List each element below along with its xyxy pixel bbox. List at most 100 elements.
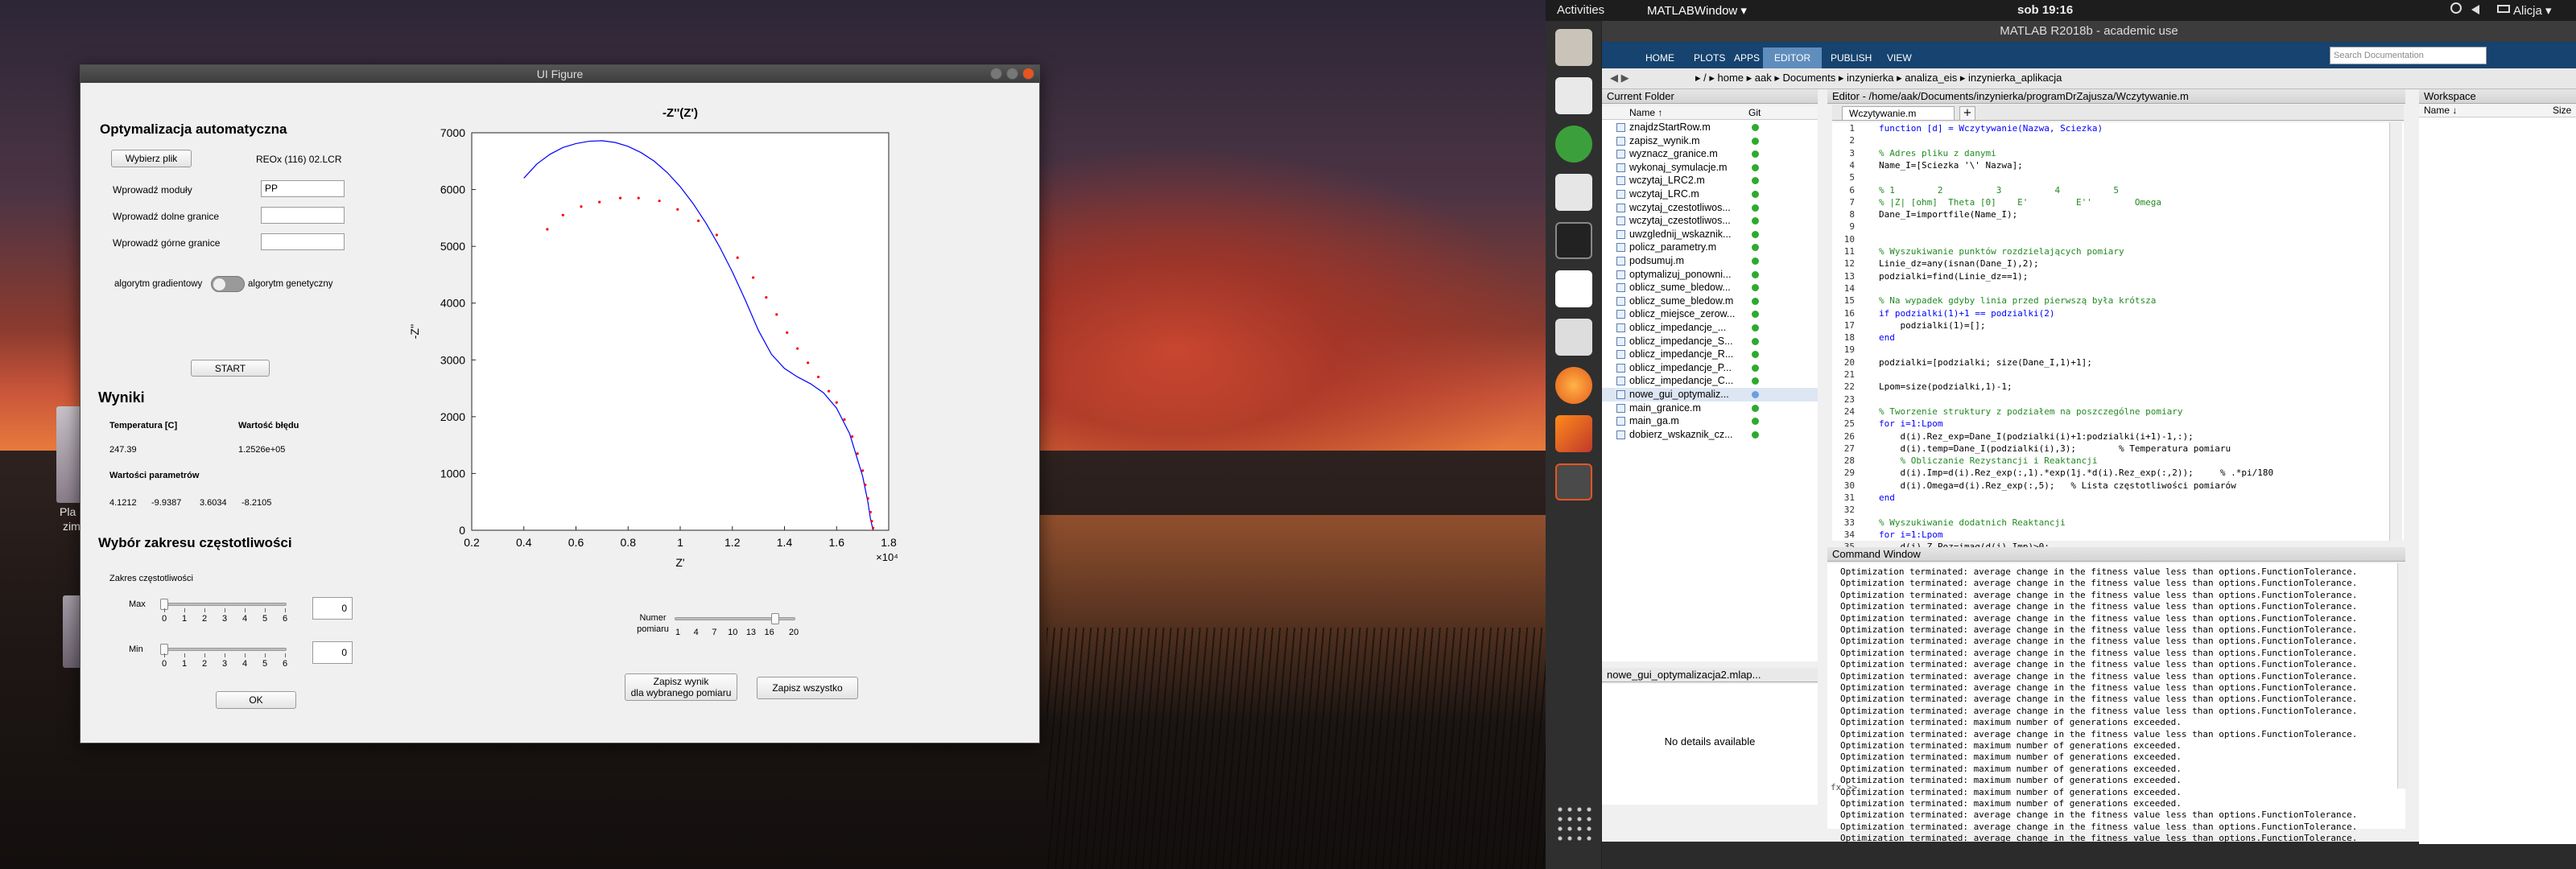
tab-home[interactable]: HOME — [1634, 47, 1686, 68]
tab-publish[interactable]: PUBLISH — [1819, 47, 1883, 68]
current-path[interactable]: ▸ / ▸ home ▸ aak ▸ Documents ▸ inzynierk… — [1695, 72, 2062, 84]
search-documentation-input[interactable]: Search Documentation — [2330, 47, 2487, 64]
file-row[interactable]: dobierz_wskaznik_cz... — [1602, 428, 1818, 442]
text-editor-icon[interactable] — [1555, 77, 1592, 114]
tab-view[interactable]: VIEW — [1876, 47, 1923, 68]
image-viewer-icon[interactable] — [1555, 270, 1592, 307]
command-output-line: Optimization terminated: average change … — [1840, 624, 2358, 635]
start-button[interactable]: START — [191, 360, 270, 377]
tab-editor[interactable]: EDITOR — [1763, 47, 1823, 68]
workspace-size-column[interactable]: Size — [2553, 105, 2571, 116]
code-text: % 1 2 3 4 5 — [1879, 184, 2120, 196]
details-header[interactable]: nowe_gui_optymalizacja2.mlap... — [1602, 668, 1818, 682]
matlab-titlebar[interactable]: MATLAB R2018b - academic use — [1602, 21, 2576, 42]
notes-icon[interactable] — [1555, 174, 1592, 211]
git-icon[interactable] — [1555, 126, 1592, 163]
document-viewer-icon[interactable] — [1555, 319, 1592, 356]
file-row[interactable]: oblicz_sume_bledow.m — [1602, 294, 1818, 308]
workspace-name-column[interactable]: Name ↓ — [2424, 105, 2457, 116]
x-tick-label: 1 — [677, 536, 683, 549]
battery-icon[interactable] — [2497, 5, 2510, 13]
lower-bounds-input[interactable] — [261, 207, 345, 224]
app-menu[interactable]: MATLABWindow ▾ — [1647, 3, 1747, 18]
minimize-icon[interactable] — [990, 68, 1002, 80]
ok-button[interactable]: OK — [216, 691, 296, 709]
matlab-active-icon[interactable] — [1555, 463, 1592, 500]
nav-arrows-icon[interactable]: ◀ ▶ — [1610, 72, 1629, 84]
command-output-line: Optimization terminated: average change … — [1840, 578, 2358, 589]
maximize-icon[interactable] — [1006, 68, 1018, 80]
file-row[interactable]: uwzglednij_wskaznik... — [1602, 228, 1818, 241]
file-row[interactable]: oblicz_impedancje_C... — [1602, 374, 1818, 388]
temperature-header: Temperatura [C] — [109, 421, 178, 430]
file-row[interactable]: policz_parametry.m — [1602, 241, 1818, 254]
editor-scrollbar[interactable] — [2389, 122, 2402, 541]
firefox-icon[interactable] — [1555, 367, 1592, 404]
choose-file-button[interactable]: Wybierz plik — [111, 150, 192, 167]
network-icon[interactable] — [2450, 2, 2462, 14]
user-menu[interactable]: Alicja ▾ — [2513, 3, 2552, 18]
line-number: 25 — [1843, 418, 1855, 430]
command-prompt[interactable]: fx >> — [1831, 782, 1857, 793]
window-titlebar[interactable]: UI Figure — [80, 65, 1039, 83]
file-row[interactable]: wyznacz_granice.m — [1602, 147, 1818, 161]
clock[interactable]: sob 19:16 — [2017, 3, 2073, 17]
m-file-icon — [1616, 123, 1625, 132]
save-selected-button[interactable]: Zapisz wynik dla wybranego pomiaru — [625, 673, 737, 701]
file-row[interactable]: wczytaj_LRC.m — [1602, 187, 1818, 201]
workspace-header: Workspace — [2419, 89, 2576, 104]
max-frequency-slider[interactable] — [164, 603, 287, 606]
details-panel: No details available — [1602, 684, 1818, 805]
code-editor[interactable]: 1 function [d] = Wczytywanie(Nazwa, Sciez… — [1832, 122, 2404, 552]
file-row[interactable]: oblicz_sume_bledow... — [1602, 281, 1818, 294]
upper-bounds-input[interactable] — [261, 233, 345, 250]
git-column-header[interactable]: Git — [1748, 107, 1761, 118]
error-value: 1.2526e+05 — [238, 445, 286, 455]
file-row[interactable]: zapisz_wynik.m — [1602, 134, 1818, 148]
file-row[interactable]: wykonaj_symulacje.m — [1602, 161, 1818, 175]
close-icon[interactable] — [1022, 68, 1034, 80]
command-window[interactable]: Optimization terminated: average change … — [1827, 563, 2405, 843]
min-frequency-slider[interactable] — [164, 648, 287, 651]
min-frequency-input[interactable]: 0 — [312, 641, 353, 664]
show-apps-icon[interactable] — [1555, 805, 1592, 842]
file-row[interactable]: podsumuj.m — [1602, 254, 1818, 268]
code-line: 28 % Obliczanie Rezystancji i Reaktancji — [1832, 455, 2396, 467]
command-output-line: Optimization terminated: average change … — [1840, 670, 2358, 682]
address-bar[interactable]: ◀ ▶ ▸ / ▸ home ▸ aak ▸ Documents ▸ inzyn… — [1602, 68, 2576, 89]
desktop-icon-label: zim — [63, 520, 80, 533]
code-line: 33 % Wyszukiwanie dodatnich Reaktancji — [1832, 517, 2396, 529]
terminal-icon[interactable] — [1555, 222, 1592, 259]
file-row[interactable]: nowe_gui_optymaliz... — [1602, 388, 1818, 402]
files-icon[interactable] — [1555, 29, 1592, 66]
name-column-header[interactable]: Name ↑ — [1629, 107, 1662, 118]
line-number: 4 — [1849, 159, 1855, 171]
file-row[interactable]: main_granice.m — [1602, 402, 1818, 415]
file-row[interactable]: znajdzStartRow.m — [1602, 121, 1818, 134]
editor-tab-file[interactable]: Wczytywanie.m — [1842, 106, 1955, 121]
file-row[interactable]: oblicz_impedancje_P... — [1602, 361, 1818, 375]
file-row[interactable]: wczytaj_czestotliwos... — [1602, 214, 1818, 228]
data-point — [775, 313, 778, 316]
file-row[interactable]: oblicz_impedancje_S... — [1602, 335, 1818, 348]
volume-icon[interactable] — [2471, 5, 2479, 14]
data-point — [658, 200, 661, 203]
measurement-slider-thumb[interactable] — [771, 613, 780, 624]
file-row[interactable]: optymalizuj_ponowni... — [1602, 268, 1818, 282]
file-row[interactable]: oblicz_impedancje_... — [1602, 321, 1818, 335]
matlab-icon[interactable] — [1555, 415, 1592, 452]
file-row[interactable]: oblicz_impedancje_R... — [1602, 348, 1818, 361]
max-frequency-input[interactable]: 0 — [312, 597, 353, 620]
file-row[interactable]: wczytaj_LRC2.m — [1602, 174, 1818, 187]
activities-button[interactable]: Activities — [1557, 3, 1604, 17]
save-all-button[interactable]: Zapisz wszystko — [757, 677, 858, 699]
file-row[interactable]: oblicz_miejsce_zerow... — [1602, 307, 1818, 321]
module-input[interactable]: PP — [261, 180, 345, 197]
line-number: 30 — [1843, 480, 1855, 491]
data-point — [765, 296, 768, 299]
algorithm-toggle-switch[interactable] — [211, 276, 245, 292]
new-tab-icon[interactable]: + — [1959, 106, 1975, 121]
file-row[interactable]: main_ga.m — [1602, 414, 1818, 428]
command-scrollbar[interactable] — [2397, 563, 2409, 789]
file-row[interactable]: wczytaj_czestotliwos... — [1602, 201, 1818, 215]
